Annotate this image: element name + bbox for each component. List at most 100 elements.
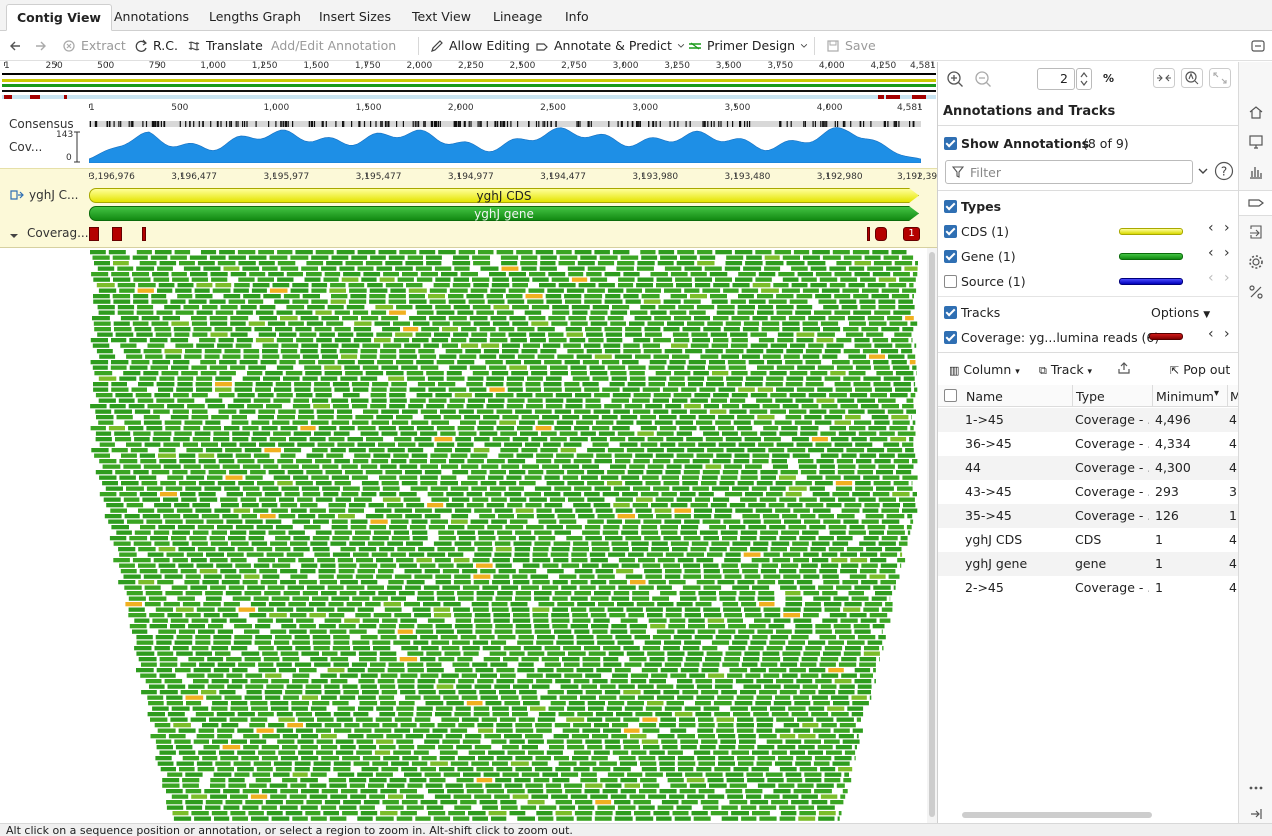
bar-chart-icon[interactable] [1248,164,1264,180]
zoom-out-icon[interactable] [974,70,992,88]
col-header-type[interactable]: Type [1076,389,1105,404]
reference-label[interactable]: yghJ C... [29,188,79,202]
consensus-coverage-graph[interactable] [89,121,921,163]
table-row[interactable]: 44Coverage - ...4,3004 [938,456,1239,480]
tracks-checkbox[interactable] [944,306,957,319]
vertical-scrollbar-thumb[interactable] [929,252,935,817]
monitor-icon[interactable] [1248,134,1264,150]
table-row[interactable]: yghJ CDS CDS 1 4 [938,528,1239,552]
tab-contig-view[interactable]: Contig View [6,4,112,31]
show-annotations-checkbox[interactable] [944,137,957,150]
collapse-sidebar-icon[interactable] [1248,806,1264,822]
zoom-stepper[interactable] [1076,68,1092,90]
allow-editing-button[interactable]: Allow Editing [430,37,530,55]
coverage-color-swatch[interactable] [1149,333,1183,340]
home-icon[interactable] [1248,104,1264,120]
col-header-name[interactable]: Name [966,389,1003,404]
source-checkbox[interactable] [944,275,957,288]
gene-color-swatch[interactable] [1119,253,1183,260]
horizontal-scrollbar-thumb[interactable] [962,812,1152,818]
more-icon[interactable] [1248,780,1264,796]
gene-annotation[interactable]: yghJ gene [89,206,919,221]
tab-text-view[interactable]: Text View [402,4,481,31]
coverage-next-button[interactable]: › [1224,326,1230,342]
fit-sequence-icon[interactable] [1181,68,1203,88]
pop-out-button[interactable]: ⇱ Pop out [1170,362,1230,377]
read-mark [499,717,516,722]
column-dropdown[interactable]: ▥ Column ▾ [949,362,1020,377]
source-prev-button[interactable]: ‹ [1208,270,1214,286]
sort-desc-icon[interactable]: ▾ [1214,388,1219,399]
options-dropdown[interactable]: Options ▼ [1151,305,1210,320]
coverage-annotation[interactable] [142,227,146,241]
zoom-input[interactable]: 2 [1037,68,1075,90]
table-row[interactable]: 2->45Coverage - ...14 [938,576,1239,600]
table-row[interactable]: 36->45Coverage - ...4,3344 [938,432,1239,456]
coverage-count-badge[interactable]: 1 [903,227,920,241]
filter-field[interactable]: Filter [945,160,1193,184]
col-header-minimum[interactable]: Minimum [1156,389,1214,404]
save-button[interactable]: Save [826,37,876,55]
reads-pileup[interactable] [0,248,930,823]
tab-insert-sizes[interactable]: Insert Sizes [309,4,401,31]
gene-next-button[interactable]: › [1224,245,1230,261]
coverage-annotation[interactable] [112,227,122,241]
consensus-variant-mark [790,121,792,127]
chevron-down-icon[interactable] [1197,165,1209,177]
coverage-track-label[interactable]: Coverag... [27,226,89,240]
read-mark [758,442,774,447]
table-row[interactable]: yghJ gene gene 1 4 [938,552,1239,576]
share-icon[interactable] [1117,361,1131,375]
collapse-panel-button[interactable] [1251,37,1265,55]
read-mark [595,811,613,816]
overview-tracks[interactable] [2,73,936,101]
coverage-area[interactable] [89,127,921,163]
gear-icon[interactable] [1248,254,1264,270]
export-icon[interactable] [1248,224,1264,240]
tab-info[interactable]: Info [555,4,599,31]
coverage-track-checkbox[interactable] [944,331,957,344]
back-button[interactable] [8,37,22,55]
annotation-arrow-icon[interactable] [1248,195,1264,211]
read-mark [611,376,627,381]
cds-checkbox[interactable] [944,225,957,238]
select-all-checkbox[interactable] [944,389,957,402]
collapse-icon[interactable] [1153,68,1175,88]
cds-next-button[interactable]: › [1224,220,1230,236]
tab-lengths-graph[interactable]: Lengths Graph [199,4,311,31]
forward-button[interactable] [34,37,48,55]
table-row[interactable]: 1->45Coverage - ...4,4964 [938,408,1239,432]
tab-annotations[interactable]: Annotations [104,4,199,31]
track-dropdown[interactable]: ⧉ Track ▾ [1039,362,1092,378]
gene-prev-button[interactable]: ‹ [1208,245,1214,261]
expand-icon[interactable] [1209,68,1231,88]
extract-button[interactable]: Extract [62,37,126,55]
tab-lineage[interactable]: Lineage [483,4,552,31]
gene-checkbox[interactable] [944,250,957,263]
cds-prev-button[interactable]: ‹ [1208,220,1214,236]
cds-annotation[interactable]: yghJ CDS [89,188,919,203]
read-mark [479,431,498,436]
zoom-in-icon[interactable] [946,70,964,88]
coverage-annotation[interactable] [867,227,870,241]
coverage-annotation[interactable] [89,227,99,241]
reads-view[interactable] [0,248,930,823]
table-row[interactable]: 43->45Coverage - ...2933 [938,480,1239,504]
read-mark [249,783,267,788]
annotate-predict-button[interactable]: Annotate & Predict [535,37,685,55]
help-icon[interactable]: ? [1214,161,1234,181]
primer-design-button[interactable]: Primer Design [688,37,808,55]
types-checkbox[interactable] [944,200,957,213]
add-edit-annotation-button[interactable]: Add/Edit Annotation [271,37,396,55]
cds-color-swatch[interactable] [1119,228,1183,235]
percent-icon[interactable] [1248,284,1264,300]
translate-button[interactable]: Translate [187,37,263,55]
collapse-triangle-icon[interactable] [9,231,19,241]
source-color-swatch[interactable] [1119,278,1183,285]
read-mark [421,756,437,761]
table-row[interactable]: 35->45Coverage - ...1261 [938,504,1239,528]
rc-button[interactable]: R.C. [134,37,178,55]
coverage-annotation[interactable] [875,227,887,241]
coverage-prev-button[interactable]: ‹ [1208,326,1214,342]
source-next-button[interactable]: › [1224,270,1230,286]
